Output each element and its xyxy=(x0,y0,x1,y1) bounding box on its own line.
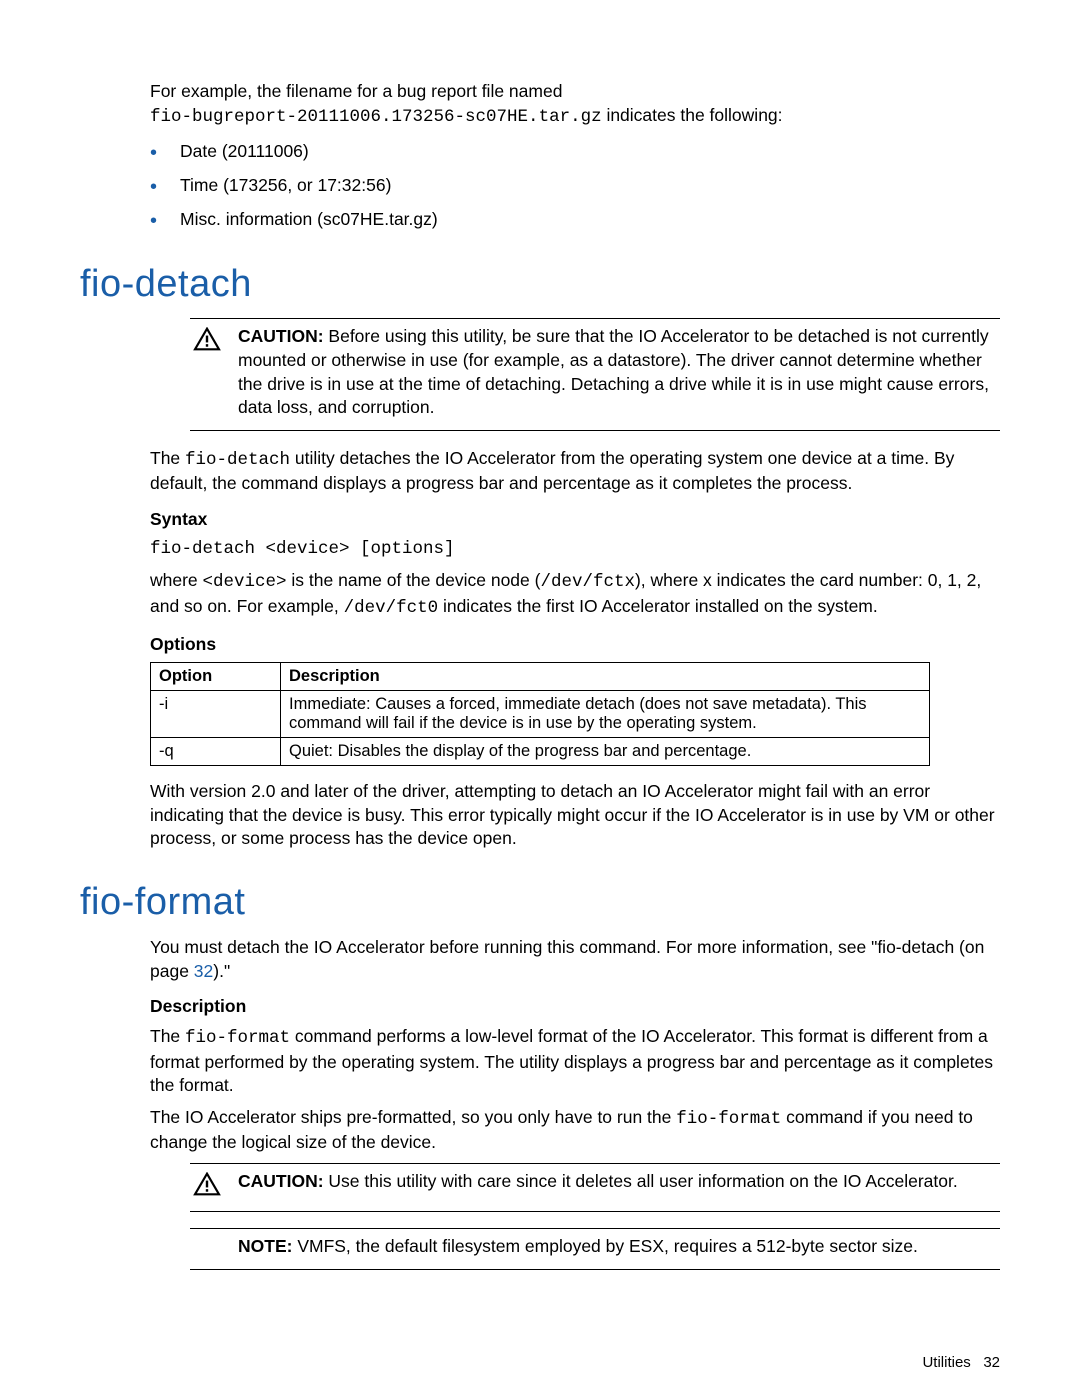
w-pre: where xyxy=(150,570,203,590)
ff-p1-pre: You must detach the IO Accelerator befor… xyxy=(150,937,984,981)
desc-cell: Immediate: Causes a forced, immediate de… xyxy=(281,691,930,738)
caution-body: CAUTION: Use this utility with care sinc… xyxy=(238,1170,1000,1194)
caution-body: CAUTION: Before using this utility, be s… xyxy=(238,325,1000,420)
intro-bullet-list: Date (20111006) Time (173256, or 17:32:5… xyxy=(80,137,1000,233)
note-body: NOTE: VMFS, the default filesystem emplo… xyxy=(238,1235,1000,1259)
caution-label: CAUTION: xyxy=(238,326,324,346)
ff-p2-pre: The xyxy=(150,1026,185,1046)
p1-code: fio-detach xyxy=(185,450,290,470)
ff-p2-code: fio-format xyxy=(185,1028,290,1048)
caution-msg: Use this utility with care since it dele… xyxy=(324,1171,958,1191)
th-description: Description xyxy=(281,663,930,691)
intro-line1-post: indicates the following: xyxy=(602,105,783,125)
intro-line1: For example, the filename for a bug repo… xyxy=(150,81,562,101)
p1-pre: The xyxy=(150,448,185,468)
intro-filename-code: fio-bugreport-20111006.173256-sc07HE.tar… xyxy=(150,107,602,127)
fio-format-para3: The IO Accelerator ships pre-formatted, … xyxy=(150,1106,1000,1155)
ff-p3-pre: The IO Accelerator ships pre-formatted, … xyxy=(150,1107,676,1127)
footer-page-number: 32 xyxy=(983,1354,1000,1371)
options-label: Options xyxy=(150,633,1000,657)
list-item: Time (173256, or 17:32:56) xyxy=(155,171,1000,199)
opt-cell: -i xyxy=(151,691,281,738)
w-c2: /dev/fctx xyxy=(540,572,635,592)
heading-fio-detach: fio-detach xyxy=(80,263,1000,306)
w-c1: <device> xyxy=(203,572,287,592)
fio-format-para1: You must detach the IO Accelerator befor… xyxy=(150,936,1000,983)
page-link-32[interactable]: 32 xyxy=(194,961,213,981)
table-header-row: Option Description xyxy=(151,663,930,691)
table-row: -i Immediate: Causes a forced, immediate… xyxy=(151,691,930,738)
intro-text: For example, the filename for a bug repo… xyxy=(150,80,1000,129)
fio-format-para2: The fio-format command performs a low-le… xyxy=(150,1025,1000,1098)
th-option: Option xyxy=(151,663,281,691)
fio-detach-body: CAUTION: Before using this utility, be s… xyxy=(150,318,1000,851)
ff-p1-post: )." xyxy=(213,961,230,981)
caution-icon xyxy=(190,325,224,356)
caution-callout: CAUTION: Use this utility with care sinc… xyxy=(190,1163,1000,1212)
caution-label: CAUTION: xyxy=(238,1171,324,1191)
table-row: -q Quiet: Disables the display of the pr… xyxy=(151,738,930,766)
note-msg: VMFS, the default filesystem employed by… xyxy=(292,1236,917,1256)
note-callout: NOTE: VMFS, the default filesystem emplo… xyxy=(190,1228,1000,1270)
w-post: indicates the first IO Accelerator insta… xyxy=(438,596,878,616)
list-item: Misc. information (sc07HE.tar.gz) xyxy=(155,205,1000,233)
w-m1: is the name of the device node ( xyxy=(287,570,541,590)
fio-detach-para2: With version 2.0 and later of the driver… xyxy=(150,780,1000,851)
note-label: NOTE: xyxy=(238,1236,292,1256)
ff-p3-code: fio-format xyxy=(676,1109,781,1129)
where-text: where <device> is the name of the device… xyxy=(150,569,1000,620)
caution-msg: Before using this utility, be sure that … xyxy=(238,326,989,417)
syntax-code: fio-detach <device> [options] xyxy=(150,538,1000,562)
fio-detach-para1: The fio-detach utility detaches the IO A… xyxy=(150,447,1000,496)
fio-format-body: You must detach the IO Accelerator befor… xyxy=(150,936,1000,1270)
w-c3: /dev/fct0 xyxy=(344,598,439,618)
caution-callout: CAUTION: Before using this utility, be s… xyxy=(190,318,1000,431)
page-container: For example, the filename for a bug repo… xyxy=(0,0,1080,1397)
caution-icon xyxy=(190,1170,224,1201)
caution-text: CAUTION: Use this utility with care sinc… xyxy=(238,1170,1000,1194)
opt-cell: -q xyxy=(151,738,281,766)
caution-text: CAUTION: Before using this utility, be s… xyxy=(238,325,1000,420)
list-item: Date (20111006) xyxy=(155,137,1000,165)
intro-block: For example, the filename for a bug repo… xyxy=(150,80,1000,129)
options-table: Option Description -i Immediate: Causes … xyxy=(150,662,930,766)
desc-cell: Quiet: Disables the display of the progr… xyxy=(281,738,930,766)
page-footer: Utilities 32 xyxy=(922,1354,1000,1371)
syntax-label: Syntax xyxy=(150,508,1000,532)
heading-fio-format: fio-format xyxy=(80,881,1000,924)
note-text: NOTE: VMFS, the default filesystem emplo… xyxy=(238,1235,1000,1259)
footer-section: Utilities xyxy=(922,1354,970,1371)
description-label: Description xyxy=(150,995,1000,1019)
